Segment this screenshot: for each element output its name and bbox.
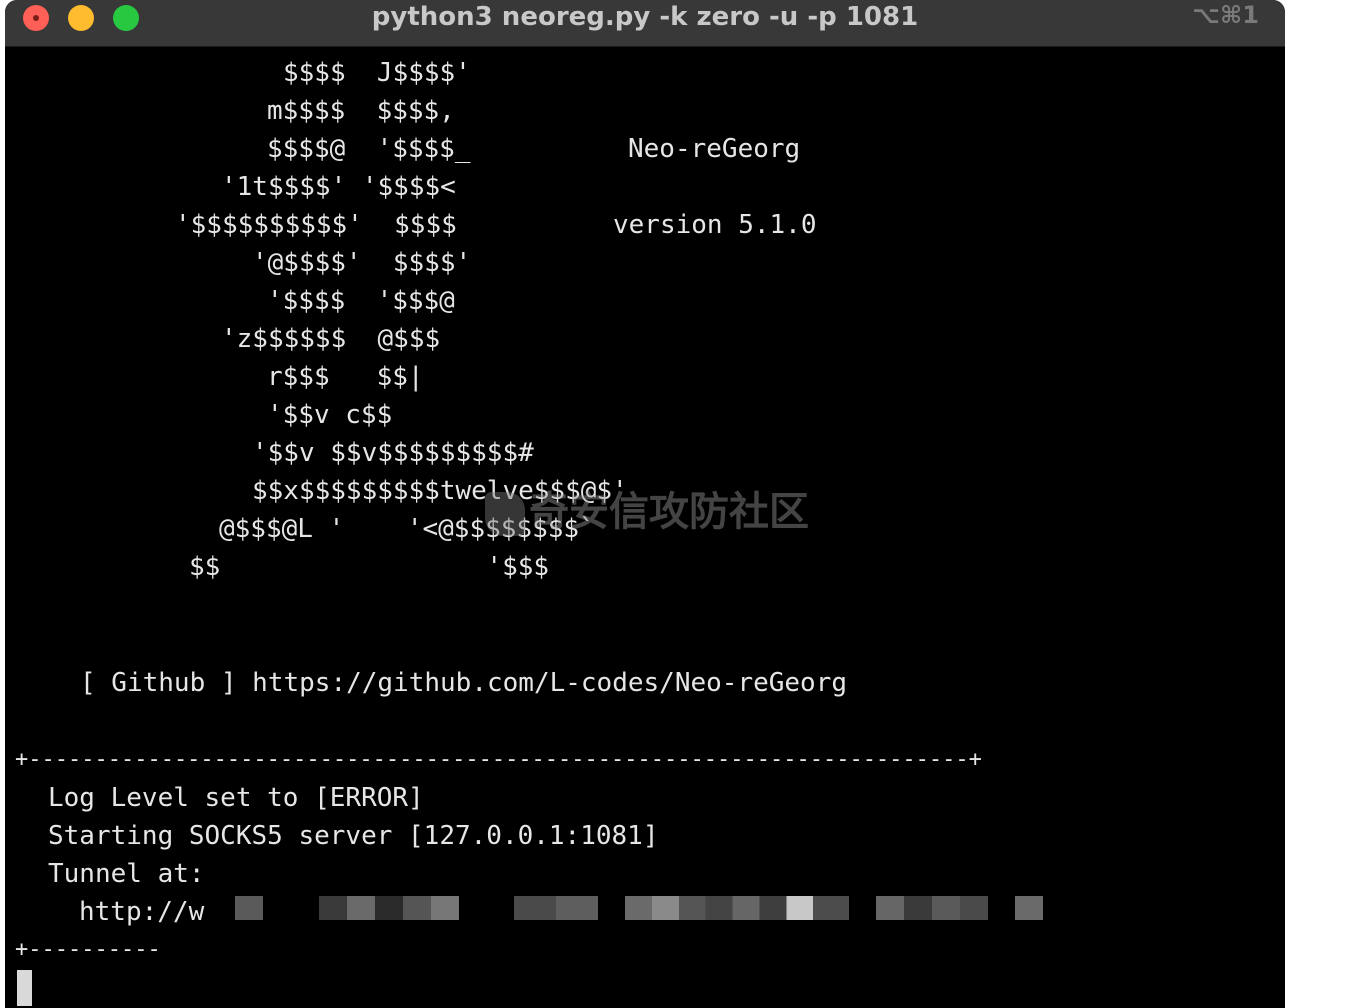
redacted-url-block [514,896,598,920]
redacted-url-block [235,896,263,920]
ascii-art-line: '@$$$$' $$$$' [252,248,472,278]
redacted-url-block [319,896,459,920]
box-bottom-border: +---------- [15,937,161,962]
tunnel-label: Tunnel at: [48,859,205,889]
terminal-window: python3 neoreg.py -k zero -u -p 1081 ⌥⌘1… [5,0,1285,1008]
terminal-cursor [17,970,32,1006]
github-line: [ Github ] https://github.com/L-codes/Ne… [80,668,848,698]
redacted-url-block [876,896,988,920]
ascii-art-line: r$$$ $$| [267,362,424,392]
ascii-art-line: $$$$ J$$$$' [283,58,471,88]
tunnel-url: http://w [79,897,205,927]
box-top-border: +---------------------------------------… [15,747,982,772]
terminal-output[interactable]: $$$$ J$$$$' m$$$$ $$$$, $$$$@ '$$$$_ '1t… [5,46,1285,1008]
window-shortcut: ⌥⌘1 [1192,1,1259,29]
ascii-art-line: $$$$@ '$$$$_ [267,134,471,164]
window-title: python3 neoreg.py -k zero -u -p 1081 [371,2,919,32]
watermark-logo-icon [485,492,525,536]
ascii-art-line: '$$$$$$$$$$' $$$$ [175,210,457,240]
socks-server-line: Starting SOCKS5 server [127.0.0.1:1081] [48,821,659,851]
ascii-art-line: 'z$$$$$$ @$$$ [221,324,441,354]
redacted-url-block [625,896,849,920]
watermark: 奇安信攻防社区 [485,479,809,537]
banner-version: version 5.1.0 [613,210,817,240]
ascii-art-line: '$$$$ '$$$@ [267,286,455,316]
ascii-art-line: $$ '$$$ [189,552,550,582]
redacted-url-block [1015,896,1043,920]
ascii-art-line: '$$v c$$ [267,400,393,430]
ascii-art-line: '1t$$$$' '$$$$< [221,172,456,202]
watermark-text: 奇安信攻防社区 [529,489,809,535]
title-bar[interactable]: python3 neoreg.py -k zero -u -p 1081 ⌥⌘1 [5,0,1285,47]
ascii-art-line: '$$v $$v$$$$$$$$$# [252,438,534,468]
log-level-line: Log Level set to [ERROR] [48,783,424,813]
banner-name: Neo-reGeorg [628,134,801,164]
ascii-art-line: m$$$$ $$$$, [267,96,455,126]
